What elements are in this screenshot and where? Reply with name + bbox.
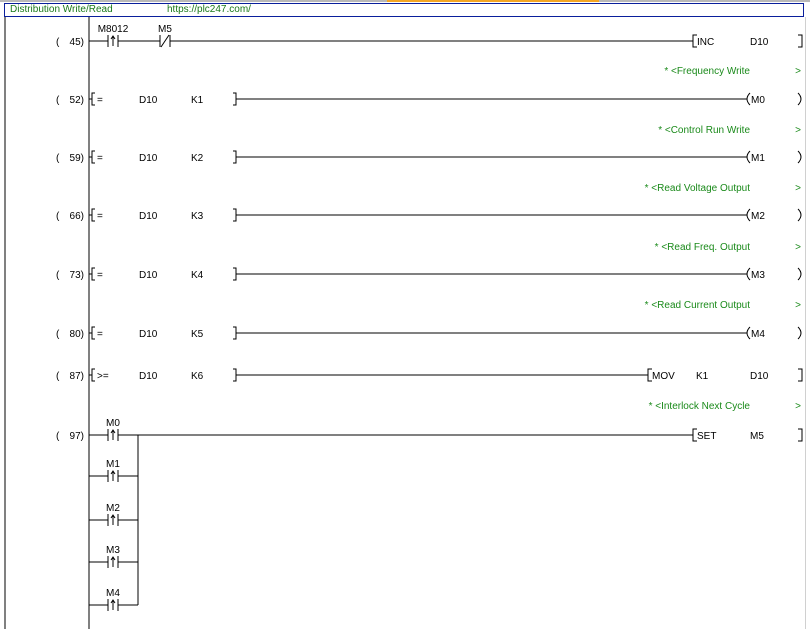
compare-operator: = <box>97 270 103 281</box>
step-paren-open: ( <box>56 95 60 106</box>
contact-label: M1 <box>106 459 120 470</box>
pulse-arrow-icon <box>110 35 116 46</box>
compare-close-bracket <box>233 368 237 382</box>
coil-right-arc <box>797 150 802 164</box>
compare-operator: = <box>97 211 103 222</box>
rung-comment: * <Frequency Write <box>664 66 750 77</box>
compare-operand-a: D10 <box>139 270 158 281</box>
step-number: 97) <box>70 431 84 442</box>
coil-name: M2 <box>751 211 765 222</box>
contact-label: M0 <box>106 418 120 429</box>
compare-operand-b: K4 <box>191 270 204 281</box>
instruction-close-bracket <box>798 428 803 442</box>
rung-comment: * <Read Current Output <box>645 300 751 311</box>
ladder-diagram[interactable]: (45) M8012 M5 INC D10 * <Frequency Write > (52)… <box>0 0 805 629</box>
comment-marker: > <box>795 66 801 77</box>
pulse-arrow-icon <box>110 429 116 440</box>
compare-open-bracket <box>91 208 95 222</box>
step-paren-open: ( <box>56 270 60 281</box>
instruction-close-bracket <box>798 368 803 382</box>
comment-marker: > <box>795 183 801 194</box>
coil-name: M4 <box>751 329 765 340</box>
instruction-opcode: SET <box>697 431 716 442</box>
instruction-close-bracket <box>798 34 803 48</box>
step-number: 45) <box>70 37 84 48</box>
step-number: 66) <box>70 211 84 222</box>
pulse-arrow-icon <box>110 556 116 567</box>
coil-name: M1 <box>751 153 765 164</box>
compare-operand-b: K1 <box>191 95 204 106</box>
nc-slash <box>160 34 170 48</box>
compare-operand-b: K2 <box>191 153 204 164</box>
step-number: 87) <box>70 371 84 382</box>
compare-operand-a: D10 <box>139 211 158 222</box>
compare-operator: = <box>97 329 103 340</box>
comment-marker: > <box>795 401 801 412</box>
compare-operator: = <box>97 95 103 106</box>
compare-close-bracket <box>233 208 237 222</box>
coil-left-arc <box>746 326 751 340</box>
compare-close-bracket <box>233 267 237 281</box>
comment-marker: > <box>795 300 801 311</box>
vertical-scrollbar[interactable] <box>805 17 810 629</box>
coil-left-arc <box>746 267 751 281</box>
compare-open-bracket <box>91 368 95 382</box>
instruction-arg: K1 <box>696 371 709 382</box>
compare-open-bracket <box>91 267 95 281</box>
compare-open-bracket <box>91 326 95 340</box>
rung-comment: * <Read Voltage Output <box>645 183 751 194</box>
compare-operand-b: K6 <box>191 371 204 382</box>
instruction-opcode: INC <box>697 37 714 48</box>
step-paren-open: ( <box>56 37 60 48</box>
contact-label: M4 <box>106 588 120 599</box>
step-paren-open: ( <box>56 153 60 164</box>
coil-right-arc <box>797 92 802 106</box>
step-paren-open: ( <box>56 371 60 382</box>
coil-right-arc <box>797 326 802 340</box>
contact-label: M2 <box>106 503 120 514</box>
comment-marker: > <box>795 125 801 136</box>
compare-operand-b: K3 <box>191 211 204 222</box>
compare-operand-b: K5 <box>191 329 204 340</box>
pulse-arrow-icon <box>110 599 116 610</box>
coil-left-arc <box>746 208 751 222</box>
compare-open-bracket <box>91 150 95 164</box>
instruction-arg: D10 <box>750 37 769 48</box>
compare-operand-a: D10 <box>139 371 158 382</box>
coil-name: M0 <box>751 95 765 106</box>
compare-close-bracket <box>233 92 237 106</box>
step-number: 80) <box>70 329 84 340</box>
coil-left-arc <box>746 92 751 106</box>
pulse-arrow-icon <box>110 470 116 481</box>
compare-close-bracket <box>233 150 237 164</box>
rung-comment: * <Interlock Next Cycle <box>649 401 751 412</box>
comment-marker: > <box>795 242 801 253</box>
step-number: 52) <box>70 95 84 106</box>
rung-comment: * <Read Freq. Output <box>655 242 751 253</box>
step-number: 73) <box>70 270 84 281</box>
step-paren-open: ( <box>56 431 60 442</box>
coil-right-arc <box>797 267 802 281</box>
instruction-arg: M5 <box>750 431 764 442</box>
contact-label: M3 <box>106 545 120 556</box>
coil-left-arc <box>746 150 751 164</box>
step-paren-open: ( <box>56 211 60 222</box>
compare-operand-a: D10 <box>139 329 158 340</box>
compare-operand-a: D10 <box>139 153 158 164</box>
step-number: 59) <box>70 153 84 164</box>
instruction-opcode: MOV <box>652 371 675 382</box>
step-paren-open: ( <box>56 329 60 340</box>
coil-name: M3 <box>751 270 765 281</box>
compare-operand-a: D10 <box>139 95 158 106</box>
coil-right-arc <box>797 208 802 222</box>
compare-operator: = <box>97 153 103 164</box>
contact-label: M8012 <box>98 24 129 35</box>
compare-operator: >= <box>97 371 109 382</box>
rung-comment: * <Control Run Write <box>658 125 750 136</box>
pulse-arrow-icon <box>110 514 116 525</box>
instruction-arg: D10 <box>750 371 769 382</box>
compare-close-bracket <box>233 326 237 340</box>
contact-label: M5 <box>158 24 172 35</box>
compare-open-bracket <box>91 92 95 106</box>
